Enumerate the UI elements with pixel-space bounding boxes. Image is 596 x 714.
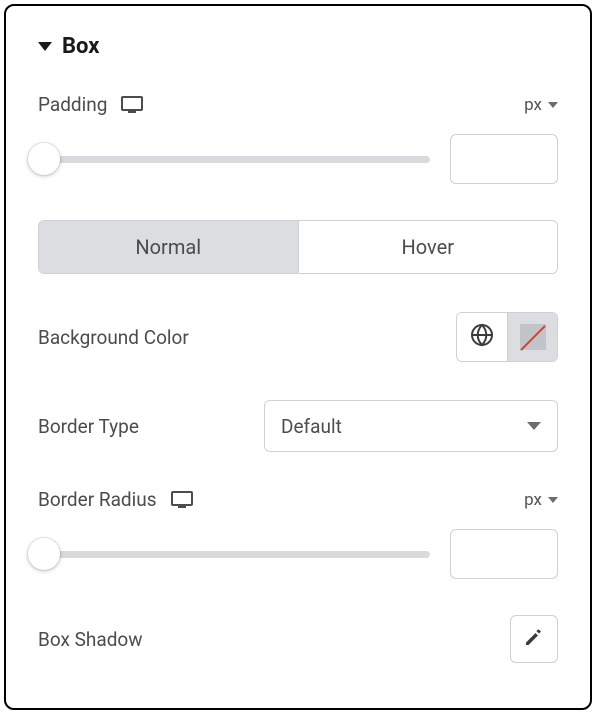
slider-thumb[interactable]	[28, 143, 60, 175]
background-color-controls	[456, 312, 558, 362]
desktop-icon[interactable]	[171, 491, 193, 509]
tab-hover[interactable]: Hover	[298, 221, 558, 273]
box-panel: Box Padding px Normal Hover Background C…	[4, 4, 592, 710]
border-radius-input[interactable]	[450, 529, 558, 579]
border-type-value: Default	[281, 415, 342, 438]
slider-track	[42, 156, 430, 163]
border-type-row: Border Type Default	[38, 400, 558, 452]
pencil-icon	[524, 627, 544, 651]
chevron-down-icon	[527, 422, 541, 430]
global-color-button[interactable]	[457, 313, 507, 361]
border-type-select[interactable]: Default	[264, 400, 558, 452]
color-swatch-button[interactable]	[507, 313, 557, 361]
background-color-row: Background Color	[38, 312, 558, 362]
padding-slider[interactable]	[28, 142, 430, 176]
border-radius-unit-select[interactable]: px	[524, 490, 558, 510]
state-tabs: Normal Hover	[38, 220, 558, 274]
box-shadow-label: Box Shadow	[38, 628, 143, 651]
border-type-label: Border Type	[38, 415, 139, 438]
box-shadow-edit-button[interactable]	[510, 615, 558, 663]
chevron-down-icon	[548, 497, 558, 503]
desktop-icon[interactable]	[121, 96, 143, 114]
section-header[interactable]: Box	[38, 34, 558, 59]
border-radius-label: Border Radius	[38, 488, 157, 511]
padding-unit-select[interactable]: px	[524, 95, 558, 115]
section-title: Box	[62, 34, 99, 59]
border-radius-slider-row	[38, 529, 558, 579]
globe-icon	[470, 323, 494, 351]
caret-down-icon	[38, 42, 52, 51]
padding-slider-row	[38, 134, 558, 184]
tab-normal[interactable]: Normal	[39, 221, 298, 273]
border-radius-row: Border Radius px	[38, 488, 558, 511]
no-color-swatch-icon	[520, 324, 546, 350]
chevron-down-icon	[548, 102, 558, 108]
border-radius-unit: px	[524, 490, 542, 510]
padding-label: Padding	[38, 93, 107, 116]
padding-input[interactable]	[450, 134, 558, 184]
background-color-label: Background Color	[38, 326, 189, 349]
padding-unit: px	[524, 95, 542, 115]
border-radius-label-wrap: Border Radius	[38, 488, 193, 511]
box-shadow-row: Box Shadow	[38, 615, 558, 663]
padding-row: Padding px	[38, 93, 558, 116]
border-radius-slider[interactable]	[28, 537, 430, 571]
slider-thumb[interactable]	[28, 538, 60, 570]
slider-track	[42, 551, 430, 558]
padding-label-wrap: Padding	[38, 93, 143, 116]
